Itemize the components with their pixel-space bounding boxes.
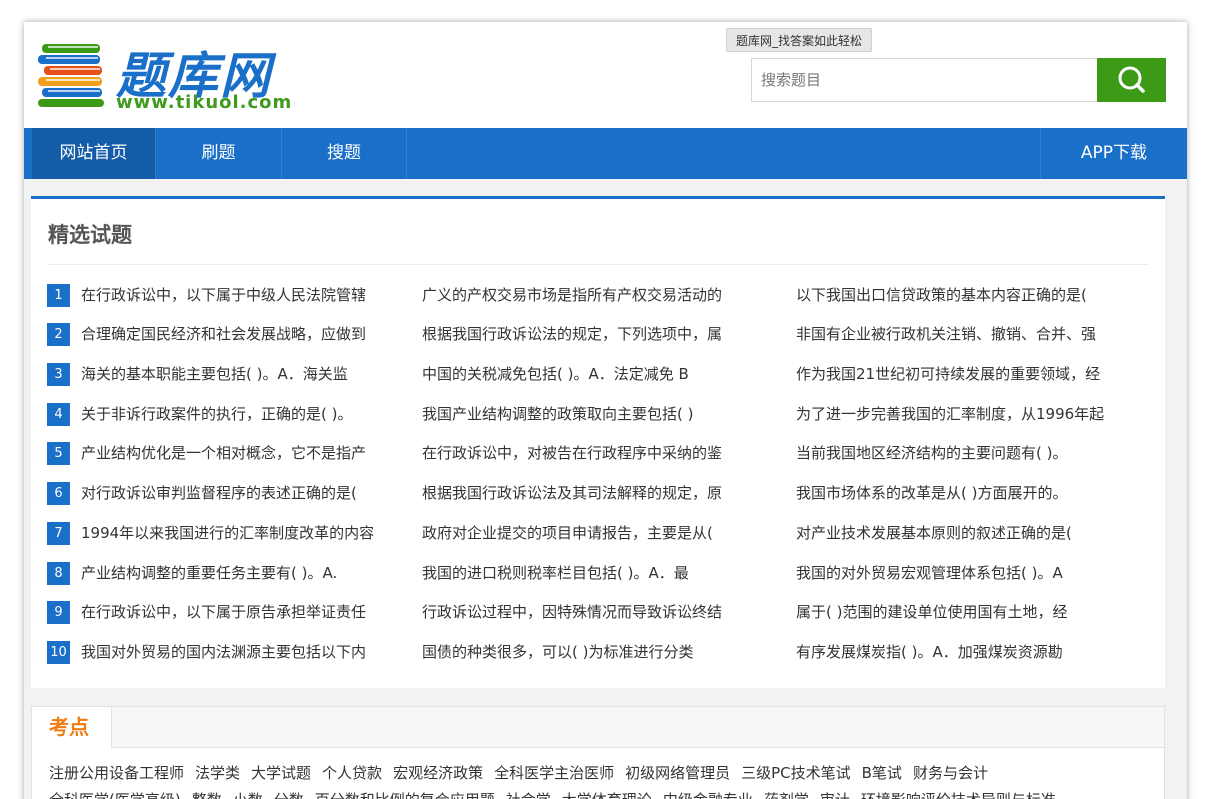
question-link[interactable]: 海关的基本职能主要包括( )。A．海关监 [81,361,391,387]
question-link[interactable]: 属于( )范围的建设单位使用国有土地，经 [796,599,1136,625]
kaodian-tag-link[interactable]: 中级金融专业 [663,791,753,799]
question-number-badge: 7 [47,522,70,545]
kaodian-tag-link[interactable]: 初级网络管理员 [625,764,730,782]
question-link[interactable]: 政府对企业提交的项目申请报告，主要是从( [422,520,752,546]
question-row: 9 在行政诉讼中，以下属于原告承担举证责任 行政诉讼过程中，因特殊情况而导致诉讼… [47,599,1147,625]
question-row: 2 合理确定国民经济和社会发展战略，应做到 根据我国行政诉讼法的规定，下列选项中… [47,321,1147,347]
question-link[interactable]: 国债的种类很多，可以( )为标准进行分类 [422,639,752,665]
question-link[interactable]: 产业结构优化是一个相对概念，它不是指产 [81,440,391,466]
question-link[interactable]: 作为我国21世纪初可持续发展的重要领域，经 [796,361,1136,387]
question-link[interactable]: 在行政诉讼中，对被告在行政程序中采纳的鉴 [422,440,752,466]
featured-questions-panel: 精选试题 1 在行政诉讼中，以下属于中级人民法院管辖 广义的产权交易市场是指所有… [31,196,1165,688]
question-link[interactable]: 我国产业结构调整的政策取向主要包括( ) [422,401,752,427]
kaodian-tag-link[interactable]: 三级PC技术笔试 [741,764,851,782]
nav-item-home[interactable]: 网站首页 [32,128,156,179]
kaodian-tabbar: 考点 [32,707,1164,749]
kaodian-tag-link[interactable]: 财务与会计 [913,764,988,782]
question-link[interactable]: 合理确定国民经济和社会发展战略，应做到 [81,321,391,347]
kaodian-tag-link[interactable]: 小数 [233,791,263,799]
kaodian-tag-link[interactable]: 宏观经济政策 [393,764,483,782]
question-row: 1 在行政诉讼中，以下属于中级人民法院管辖 广义的产权交易市场是指所有产权交易活… [47,282,1147,308]
question-row: 10 我国对外贸易的国内法渊源主要包括以下内 国债的种类很多，可以( )为标准进… [47,639,1147,665]
kaodian-tag-link[interactable]: 全科医学主治医师 [494,764,614,782]
search-input[interactable] [751,58,1098,102]
question-link[interactable]: 有序发展煤炭指( )。A．加强煤炭资源勘 [796,639,1136,665]
question-link[interactable]: 广义的产权交易市场是指所有产权交易活动的 [422,282,752,308]
nav-item-app-download[interactable]: APP下载 [1040,128,1187,179]
kaodian-panel: 考点 注册公用设备工程师 法学类 大学试题 个人贷款 宏观经济政策 全科医学主治医师 初级网… [31,706,1165,799]
question-link[interactable]: 根据我国行政诉讼法及其司法解释的规定，原 [422,480,752,506]
question-row: 7 1994年以来我国进行的汇率制度改革的内容 政府对企业提交的项目申请报告，主… [47,520,1147,546]
logo-url: www.tikuol.com [116,92,293,113]
nav-item-search[interactable]: 搜题 [282,128,407,179]
question-link[interactable]: 在行政诉讼中，以下属于中级人民法院管辖 [81,282,391,308]
question-link[interactable]: 为了进一步完善我国的汇率制度，从1996年起 [796,401,1136,427]
featured-title: 精选试题 [48,223,132,247]
nav-item-practice[interactable]: 刷题 [156,128,282,179]
kaodian-tag-link[interactable]: 社会学 [506,791,551,799]
question-number-badge: 1 [47,284,70,307]
question-number-badge: 8 [47,562,70,585]
question-number-badge: 5 [47,442,70,465]
question-row: 3 海关的基本职能主要包括( )。A．海关监 中国的关税减免包括( )。A．法定… [47,361,1147,387]
question-number-badge: 4 [47,403,70,426]
question-link[interactable]: 1994年以来我国进行的汇率制度改革的内容 [81,520,391,546]
question-link[interactable]: 我国的对外贸易宏观管理体系包括( )。A [796,560,1136,586]
question-number-badge: 2 [47,323,70,346]
question-link[interactable]: 我国的进口税则税率栏目包括( )。A．最 [422,560,752,586]
kaodian-tag-link[interactable]: 药剂学 [764,791,809,799]
question-link[interactable]: 行政诉讼过程中，因特殊情况而导致诉讼终结 [422,599,752,625]
question-number-badge: 3 [47,363,70,386]
question-row: 4 关于非诉行政案件的执行，正确的是( )。 我国产业结构调整的政策取向主要包括… [47,401,1147,427]
question-link[interactable]: 我国市场体系的改革是从( )方面展开的。 [796,480,1136,506]
books-logo-icon [38,44,104,107]
question-number-badge: 9 [47,601,70,624]
question-link[interactable]: 当前我国地区经济结构的主要问题有( )。 [796,440,1136,466]
kaodian-tag-link[interactable]: 法学类 [195,764,240,782]
kaodian-tag-link[interactable]: 注册公用设备工程师 [49,764,184,782]
kaodian-tag-link[interactable]: 大学试题 [251,764,311,782]
question-row: 8 产业结构调整的重要任务主要有( )。A. 我国的进口税则税率栏目包括( )。… [47,560,1147,586]
question-link[interactable]: 对产业技术发展基本原则的叙述正确的是( [796,520,1136,546]
kaodian-tag-link[interactable]: 个人贷款 [322,764,382,782]
kaodian-tag-link[interactable]: 全科医学(医学高级) [49,791,181,799]
kaodian-tag-link[interactable]: 环境影响评价技术导则与标准 [861,791,1056,799]
kaodian-tag-link[interactable]: 大学体育理论 [562,791,652,799]
question-link[interactable]: 关于非诉行政案件的执行，正确的是( )。 [81,401,391,427]
question-number-badge: 6 [47,482,70,505]
site-tooltip: 题库网_找答案如此轻松 [726,28,873,52]
kaodian-tag-list: 全科医学(医学高级) 整数 小数 分数 百分数和比例的复合应用题 社会学 大学体育理论 中级金… [49,788,1149,799]
search-icon [1118,66,1145,93]
kaodian-tag-link[interactable]: 审计 [820,791,850,799]
site-logo[interactable]: 题库网 www.tikuol.com [38,38,298,114]
question-link[interactable]: 以下我国出口信贷政策的基本内容正确的是( [796,282,1136,308]
main-nav: 网站首页 刷题 搜题 APP下载 [24,128,1187,179]
question-link[interactable]: 非国有企业被行政机关注销、撤销、合并、强 [796,321,1136,347]
page-container: 题库网 www.tikuol.com 题库网_找答案如此轻松 网站首页 刷题 搜… [24,22,1187,799]
question-link[interactable]: 中国的关税减免包括( )。A．法定减免 B [422,361,752,387]
question-row: 5 产业结构优化是一个相对概念，它不是指产 在行政诉讼中，对被告在行政程序中采纳… [47,440,1147,466]
question-link[interactable]: 我国对外贸易的国内法渊源主要包括以下内 [81,639,391,665]
question-link[interactable]: 对行政诉讼审判监督程序的表述正确的是( [81,480,391,506]
featured-divider [48,264,1149,265]
search-button[interactable] [1097,58,1166,102]
kaodian-tab[interactable]: 考点 [32,707,112,749]
kaodian-tag-link[interactable]: B笔试 [862,764,902,782]
kaodian-tag-list: 注册公用设备工程师 法学类 大学试题 个人贷款 宏观经济政策 全科医学主治医师 初级网络管理… [49,761,1149,785]
kaodian-tag-link[interactable]: 整数 [192,791,222,799]
site-header: 题库网 www.tikuol.com 题库网_找答案如此轻松 [24,22,1187,128]
kaodian-tag-link[interactable]: 百分数和比例的复合应用题 [315,791,495,799]
question-link[interactable]: 根据我国行政诉讼法的规定，下列选项中，属 [422,321,752,347]
question-number-badge: 10 [47,641,70,664]
kaodian-tag-link[interactable]: 分数 [274,791,304,799]
question-link[interactable]: 在行政诉讼中，以下属于原告承担举证责任 [81,599,391,625]
question-link[interactable]: 产业结构调整的重要任务主要有( )。A. [81,560,391,586]
search-box [751,58,1166,102]
question-row: 6 对行政诉讼审判监督程序的表述正确的是( 根据我国行政诉讼法及其司法解释的规定… [47,480,1147,506]
